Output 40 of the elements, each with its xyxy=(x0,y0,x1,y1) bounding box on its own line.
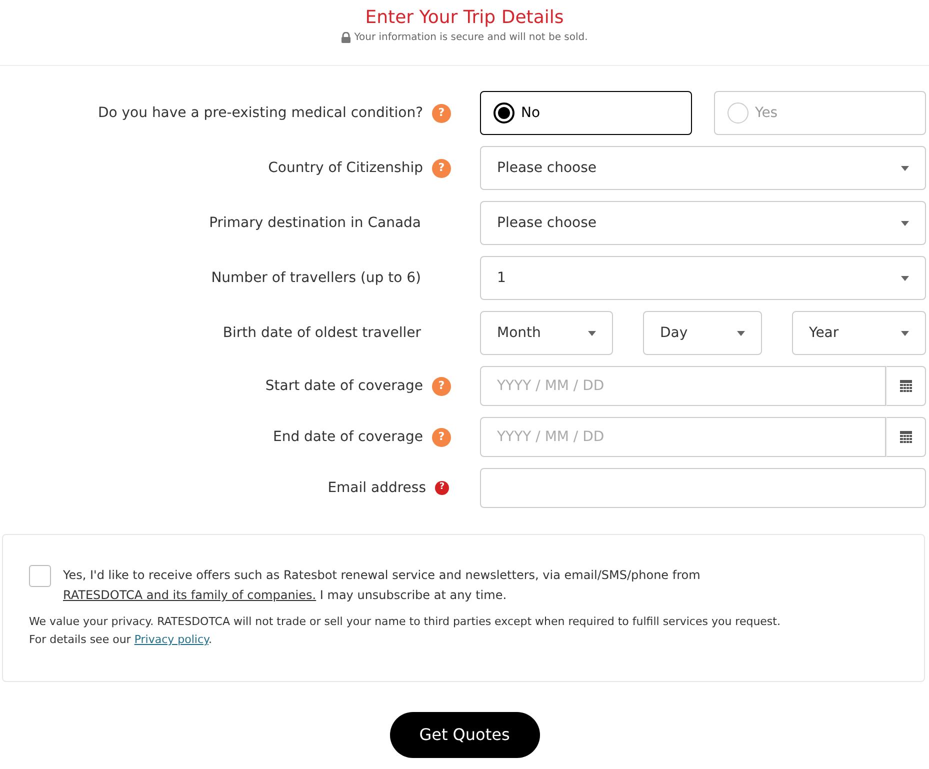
caret-icon xyxy=(901,220,909,226)
select-field[interactable]: 1 xyxy=(480,256,926,300)
lock-icon xyxy=(341,32,352,43)
radio-checked-icon xyxy=(493,102,515,124)
page-title: Enter Your Trip Details xyxy=(365,6,564,30)
radio-empty-icon xyxy=(727,102,749,124)
caret-icon xyxy=(901,276,909,280)
calendar-button[interactable] xyxy=(886,417,926,457)
field-label: Birth date of oldest traveller xyxy=(222,324,421,342)
calendar-icon xyxy=(900,380,912,392)
field-label: Do you have a pre-existing medical condition? xyxy=(98,104,423,122)
caret-icon xyxy=(588,330,596,336)
select-field[interactable]: Year xyxy=(792,311,926,355)
field-label: Country of Citizenship xyxy=(268,158,423,178)
caret-icon xyxy=(901,166,909,170)
select-field[interactable]: Day xyxy=(643,311,762,355)
privacy-text: We value your privacy. RATESDOTCA will not trade or sell your name to third parties except when required to fulfill services you request. For details see our Privacy policy. xyxy=(29,614,782,648)
field-label: Primary destination in Canada xyxy=(209,214,421,232)
select-field[interactable]: Month xyxy=(480,311,613,355)
select-field[interactable]: Please choose xyxy=(480,146,926,190)
get-quotes-button[interactable]: Get Quotes xyxy=(390,712,540,758)
privacy-policy-link[interactable]: Privacy policy xyxy=(134,633,208,646)
field-label: Start date of coverage xyxy=(265,376,423,396)
required-help-button[interactable]: ? xyxy=(435,481,449,495)
date-field[interactable]: YYYY / MM / DD xyxy=(480,417,886,457)
select-field[interactable]: Please choose xyxy=(480,201,926,245)
caret-icon xyxy=(901,330,909,336)
field-label: End date of coverage xyxy=(272,428,423,446)
date-field[interactable]: YYYY / MM / DD xyxy=(480,366,886,406)
email-field[interactable] xyxy=(480,468,926,508)
companies-link[interactable]: RATESDOTCA and its family of companies. xyxy=(63,588,316,602)
field-label: Email address xyxy=(328,478,426,498)
calendar-button[interactable] xyxy=(886,366,926,406)
calendar-icon xyxy=(900,431,912,443)
consent-checkbox[interactable] xyxy=(29,565,51,587)
radio-option[interactable]: No xyxy=(480,91,692,135)
security-note: Your information is secure and will not be sold. xyxy=(354,31,588,45)
caret-icon xyxy=(737,330,745,336)
consent-text: Yes, I'd like to receive offers such as Ratesbot renewal service and newsletters, via email/SMS/phone from RATESDOTCA and its family of companies. I may unsubscribe at any time. xyxy=(63,567,702,604)
field-label: Number of travellers (up to 6) xyxy=(211,268,421,288)
